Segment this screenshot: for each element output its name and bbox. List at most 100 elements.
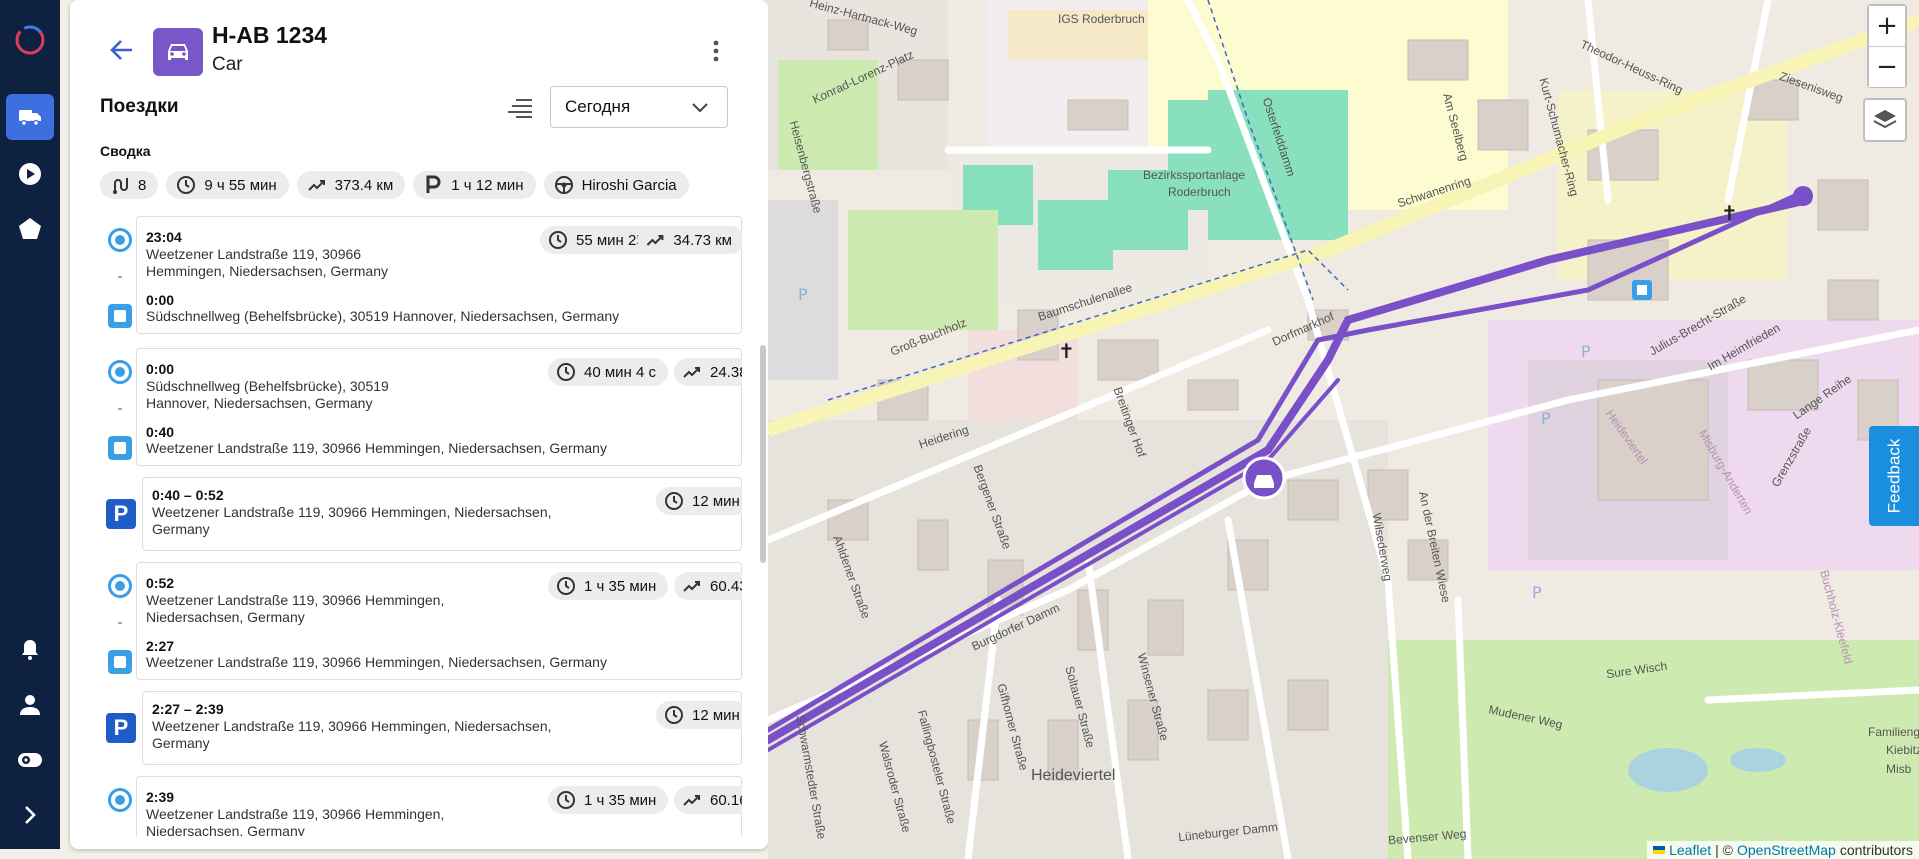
trip-distance: 60.43 км bbox=[710, 577, 742, 595]
pentagon-icon bbox=[19, 218, 41, 239]
trip-card[interactable]: 23:04 Weetzener Landstraße 119, 30966 He… bbox=[96, 216, 742, 334]
parking-duration: 12 мин 13 с bbox=[692, 706, 742, 724]
trip-distance: 60.16 км bbox=[710, 791, 742, 809]
parking-address-2: Germany bbox=[152, 735, 210, 751]
clock-icon bbox=[177, 176, 196, 194]
summary-trips-count: 8 bbox=[138, 176, 147, 194]
trend-icon bbox=[307, 180, 325, 191]
trip-end-icon bbox=[108, 304, 132, 328]
app-logo-icon[interactable] bbox=[12, 22, 48, 58]
nav-notifications[interactable] bbox=[6, 627, 54, 673]
trip-end-address: Südschnellweg (Behelfsbrücke), 30519 Han… bbox=[146, 308, 620, 324]
nav-geofences[interactable] bbox=[6, 206, 54, 252]
trip-start-address: Weetzener Landstraße 119, 30966 Hemminge… bbox=[146, 806, 445, 822]
map-label: Kiebitz bbox=[1886, 743, 1919, 757]
nav-expand[interactable] bbox=[6, 792, 54, 838]
layers-button[interactable] bbox=[1863, 98, 1907, 142]
panel-header: H-AB 1234 Car bbox=[70, 0, 768, 86]
vehicle-type: Car bbox=[212, 54, 243, 75]
leaflet-link[interactable]: Leaflet bbox=[1669, 842, 1711, 858]
summary-chips: 8 9 ч 55 мин 373.4 км 1 ч 12 мин Hiroshi… bbox=[100, 171, 689, 199]
trip-start-address-2: Niedersachsen, Germany bbox=[146, 609, 305, 625]
trip-distance-pill: 24.38 км bbox=[674, 358, 742, 386]
parking-card[interactable]: P 0:40 – 0:52 Weetzener Landstraße 119, … bbox=[96, 477, 742, 551]
feedback-tab[interactable]: Feedback bbox=[1869, 426, 1919, 526]
trip-distance: 34.73 км bbox=[673, 231, 732, 249]
nav-playback[interactable] bbox=[6, 151, 54, 197]
feedback-label: Feedback bbox=[1884, 438, 1904, 514]
trip-end-icon bbox=[108, 650, 132, 674]
trip-card[interactable]: 0:52 Weetzener Landstraße 119, 30966 Hem… bbox=[96, 562, 742, 680]
trip-start-icon bbox=[108, 360, 132, 384]
svg-text:P: P bbox=[1532, 583, 1542, 602]
vehicle-avatar bbox=[153, 28, 203, 76]
trip-list[interactable]: 23:04 Weetzener Landstraße 119, 30966 He… bbox=[96, 216, 742, 836]
nav-settings[interactable] bbox=[6, 737, 54, 783]
parking-address: Weetzener Landstraße 119, 30966 Hemminge… bbox=[152, 718, 552, 734]
more-vertical-icon[interactable] bbox=[706, 38, 726, 64]
osm-link[interactable]: OpenStreetMap bbox=[1737, 842, 1836, 858]
trend-icon bbox=[683, 795, 700, 806]
svg-text:P: P bbox=[1541, 409, 1551, 428]
parking-icon bbox=[426, 175, 441, 193]
attribution-separator: | © bbox=[1715, 842, 1733, 858]
trip-connector bbox=[118, 276, 122, 278]
trips-title: Поездки bbox=[100, 96, 179, 117]
svg-text:P: P bbox=[798, 285, 808, 304]
trip-card[interactable]: 2:39 Weetzener Landstraße 119, 30966 Hem… bbox=[96, 776, 742, 836]
map-attribution: Leaflet | © OpenStreetMap contributors bbox=[1647, 841, 1919, 859]
steering-wheel-icon bbox=[554, 176, 573, 194]
trip-duration-pill: 1 ч 35 мин bbox=[548, 572, 669, 600]
trip-start-icon bbox=[108, 788, 132, 812]
trip-end-time: 2:27 bbox=[146, 638, 175, 654]
clock-icon bbox=[557, 363, 575, 381]
trip-connector bbox=[118, 408, 122, 410]
nav-account[interactable] bbox=[6, 682, 54, 728]
trip-distance-pill: 60.16 км bbox=[674, 786, 742, 814]
parking-card[interactable]: P 2:27 – 2:39 Weetzener Landstraße 119, … bbox=[96, 691, 742, 765]
sort-icon[interactable] bbox=[506, 96, 534, 120]
clock-icon bbox=[665, 706, 683, 724]
trend-icon bbox=[683, 581, 700, 592]
layers-icon bbox=[1873, 110, 1897, 129]
period-select[interactable]: Сегодня bbox=[550, 86, 728, 128]
trip-end-address: Weetzener Landstraße 119, 30966 Hemminge… bbox=[146, 654, 607, 670]
nav-rail bbox=[0, 0, 60, 849]
map-view[interactable]: ✝ ✝ P P P P IGS Roderbruch Bezirkssporta… bbox=[768, 0, 1919, 859]
trend-icon bbox=[646, 235, 664, 246]
zoom-in-button[interactable]: + bbox=[1869, 6, 1905, 46]
map-label: Heideviertel bbox=[1031, 767, 1116, 784]
trip-end-time: 0:40 bbox=[146, 424, 175, 440]
trip-start-address-2: Hannover, Niedersachsen, Germany bbox=[146, 395, 373, 411]
trip-end-time: 0:00 bbox=[146, 292, 175, 308]
settings-toggle-icon bbox=[18, 753, 42, 767]
trend-icon bbox=[683, 367, 700, 378]
parking-duration: 12 мин 12 с bbox=[692, 492, 742, 510]
trip-duration-pill: 40 мин 4 с bbox=[548, 358, 669, 386]
trip-distance-pill: 60.43 км bbox=[674, 572, 742, 600]
back-arrow-icon[interactable] bbox=[108, 36, 136, 64]
chevron-right-icon bbox=[25, 806, 36, 824]
clock-icon bbox=[557, 791, 575, 809]
trip-start-address-2: Niedersachsen, Germany bbox=[146, 823, 305, 836]
trip-list-scrollbar[interactable] bbox=[760, 345, 766, 563]
chevron-down-icon bbox=[692, 103, 708, 113]
summary-title: Сводка bbox=[100, 143, 151, 159]
parking-duration-pill: 12 мин 13 с bbox=[656, 701, 742, 729]
summary-distance: 373.4 км bbox=[334, 176, 394, 194]
zoom-out-button[interactable]: − bbox=[1869, 47, 1905, 87]
bell-icon bbox=[22, 640, 38, 660]
summary-parking-chip: 1 ч 12 мин bbox=[413, 171, 536, 199]
attribution-tail: contributors bbox=[1839, 842, 1913, 858]
nav-vehicles[interactable] bbox=[6, 94, 54, 140]
trip-duration: 1 ч 35 мин bbox=[584, 791, 657, 809]
period-select-value: Сегодня bbox=[565, 97, 631, 116]
trip-start-time: 2:39 bbox=[146, 789, 175, 805]
trip-start-time: 0:00 bbox=[146, 361, 175, 377]
trip-card[interactable]: 0:00 Südschnellweg (Behelfsbrücke), 3051… bbox=[96, 348, 742, 466]
clock-icon bbox=[665, 492, 683, 510]
trip-duration: 40 мин 4 с bbox=[584, 363, 657, 381]
trip-start-address: Weetzener Landstraße 119, 30966 bbox=[146, 246, 362, 262]
car-icon bbox=[168, 44, 188, 60]
parking-icon: P bbox=[106, 713, 136, 743]
